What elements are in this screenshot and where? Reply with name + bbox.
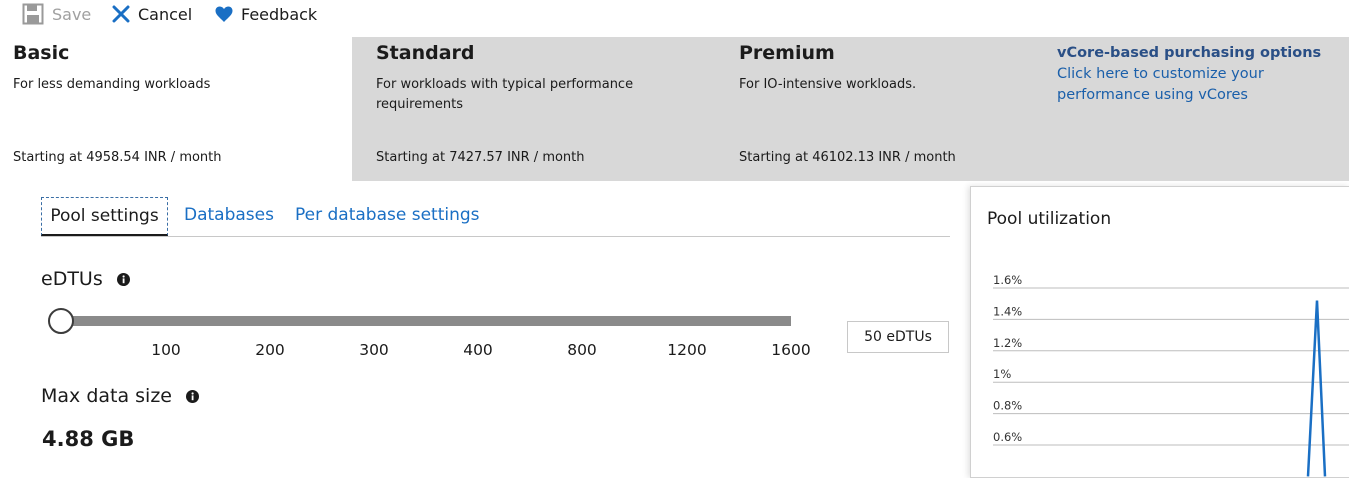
tier-price: Starting at 46102.13 INR / month (739, 150, 956, 165)
y-tick-label: 1.4% (993, 304, 1022, 318)
close-icon (112, 5, 130, 23)
tab-databases[interactable]: Databases (184, 197, 274, 233)
max-data-size-heading: Max data size (41, 385, 199, 407)
tier-price: Starting at 7427.57 INR / month (376, 150, 585, 165)
edtu-slider-track[interactable] (62, 316, 791, 326)
edtu-tick-label: 800 (567, 341, 597, 359)
edtu-tick-label: 1200 (667, 341, 707, 359)
edtu-tick-label: 1600 (771, 341, 811, 359)
tier-card-basic[interactable]: Basic For less demanding workloads Start… (0, 37, 352, 181)
feedback-label: Feedback (241, 4, 318, 24)
tab-per-database-settings[interactable]: Per database settings (295, 197, 480, 233)
tier-name: Standard (376, 42, 475, 64)
tier-description: For less demanding workloads (13, 77, 211, 92)
cancel-label: Cancel (138, 4, 193, 24)
edtu-tick-label: 300 (359, 341, 389, 359)
max-data-size-label: Max data size (41, 385, 172, 407)
edtu-tick-label: 100 (151, 341, 181, 359)
y-tick-label: 1.2% (993, 336, 1022, 350)
info-icon[interactable] (186, 389, 199, 403)
vcore-link-text: Click here to customize your performance… (1057, 66, 1264, 103)
save-label: Save (52, 4, 92, 24)
pool-utilization-panel: Pool utilization 1.6% 1.4% 1.2% 1% 0.8% 0.6% (970, 186, 1349, 478)
tier-description: For IO-intensive workloads. (739, 77, 917, 92)
y-tick-label: 1% (993, 367, 1011, 381)
settings-tabs: Pool settings Databases Per database set… (41, 197, 950, 237)
tier-name: Basic (13, 42, 70, 64)
pool-utilization-chart: 1.6% 1.4% 1.2% 1% 0.8% 0.6% (993, 273, 1349, 477)
tier-price: Starting at 4958.54 INR / month (13, 150, 222, 165)
edtu-slider-thumb[interactable] (48, 308, 74, 334)
edtu-heading: eDTUs (41, 268, 130, 290)
tier-description: For workloads with typical performance r… (376, 77, 634, 112)
save-button[interactable]: Save (22, 0, 91, 28)
y-tick-label: 0.6% (993, 430, 1022, 444)
vcore-options-link[interactable]: vCore-based purchasing options Click her… (1057, 43, 1349, 106)
utilization-series-line (1306, 300, 1327, 477)
edtu-label: eDTUs (41, 268, 103, 290)
feedback-button[interactable]: Feedback (215, 0, 317, 28)
tier-card-premium[interactable]: Premium For IO-intensive workloads. Star… (715, 37, 1033, 181)
save-icon (22, 3, 44, 25)
tier-name: Premium (739, 42, 835, 64)
max-data-size-value: 4.88 GB (42, 427, 135, 451)
command-bar: Save Cancel Feedback (0, 0, 1349, 36)
cancel-button[interactable]: Cancel (112, 0, 192, 28)
info-icon[interactable] (116, 272, 130, 286)
y-tick-label: 0.8% (993, 399, 1022, 413)
edtu-tick-label: 400 (463, 341, 493, 359)
edtu-value-box[interactable]: 50 eDTUs (847, 321, 949, 353)
vcore-title: vCore-based purchasing options (1057, 45, 1322, 61)
tab-pool-settings[interactable]: Pool settings (41, 197, 168, 236)
tier-card-standard[interactable]: Standard For workloads with typical perf… (352, 37, 715, 181)
edtu-tick-labels: 100 200 300 400 800 1200 1600 (0, 341, 900, 361)
heart-icon (215, 6, 233, 23)
edtu-tick-label: 200 (255, 341, 285, 359)
y-tick-label: 1.6% (993, 273, 1022, 287)
